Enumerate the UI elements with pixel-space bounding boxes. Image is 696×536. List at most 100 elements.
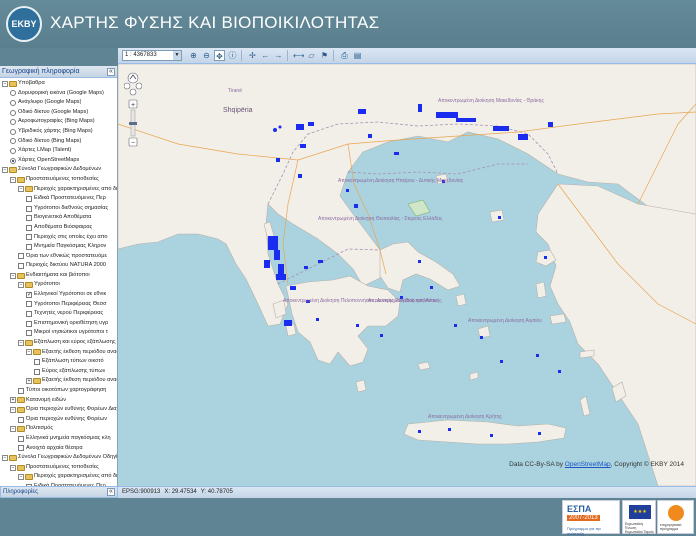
layer-checkbox[interactable]: [18, 263, 24, 270]
layer-tree-item[interactable]: Χάρτες LMap (Talent): [0, 146, 117, 156]
layer-checkbox[interactable]: [18, 387, 24, 394]
layer-tree-item[interactable]: Ειδικά Προστατευόμενες Περ: [0, 194, 117, 204]
collapse-icon[interactable]: −: [10, 426, 16, 433]
collapse-icon[interactable]: −: [10, 406, 16, 413]
layer-tree-item[interactable]: Υβριδικός χάρτης (Bing Maps): [0, 127, 117, 137]
layer-tree-item[interactable]: Χάρτες OpenStreetMaps: [0, 156, 117, 166]
layer-tree-item[interactable]: + Εξαετής έκθεση περιόδου αναφ: [0, 376, 117, 386]
zoom-in-tool-icon[interactable]: ⊕: [188, 50, 199, 61]
collapse-icon[interactable]: −: [2, 167, 8, 174]
basemap-radio[interactable]: [10, 138, 16, 145]
layer-tree-item[interactable]: Αεροφωτογραφίες (Bing Maps): [0, 117, 117, 127]
layer-tree-item[interactable]: ✓ Ελληνικοί Υγρότοποι σε εθνικ: [0, 290, 117, 300]
layer-tree-item[interactable]: Οδικό δίκτυο (Google Maps): [0, 108, 117, 118]
layer-tree-item[interactable]: Περιοχές δικτύου NATURA 2000: [0, 261, 117, 271]
layer-checkbox[interactable]: [26, 330, 32, 337]
scale-select[interactable]: 1 : 4367833 ▼: [122, 50, 182, 61]
export-icon[interactable]: ▤: [352, 50, 363, 61]
layer-tree-item[interactable]: Υγρότοποι διεθνούς σημασίας: [0, 204, 117, 214]
collapse-icon[interactable]: −: [2, 80, 8, 87]
expand-icon[interactable]: +: [10, 397, 16, 404]
layer-checkbox[interactable]: [26, 234, 32, 241]
layer-checkbox[interactable]: [26, 320, 32, 327]
layer-checkbox[interactable]: [18, 445, 24, 452]
layer-tree-item[interactable]: Ανοιχτά αρχαία θέατρα: [0, 444, 117, 454]
basemap-radio[interactable]: [10, 147, 16, 154]
expand-icon[interactable]: +: [26, 378, 32, 385]
layer-checkbox[interactable]: [34, 359, 40, 366]
layer-tree-item[interactable]: − Προστατευόμενες τοποθεσίες: [0, 175, 117, 185]
layer-tree-item[interactable]: − Περιοχές χαρακτηρισμένες από διεθ: [0, 185, 117, 195]
layer-checkbox[interactable]: [26, 224, 32, 231]
basemap-radio[interactable]: [10, 109, 16, 116]
expand-panel-icon[interactable]: «: [107, 488, 115, 496]
layer-checkbox[interactable]: [18, 435, 24, 442]
layer-tree-item[interactable]: Οδικό δίκτυο (Bing Maps): [0, 137, 117, 147]
layer-checkbox[interactable]: [18, 253, 24, 260]
collapse-icon[interactable]: −: [2, 454, 8, 461]
layer-checkbox[interactable]: [26, 311, 32, 318]
measure-length-icon[interactable]: ⟷: [293, 50, 304, 61]
collapse-icon[interactable]: −: [26, 349, 32, 356]
collapse-icon[interactable]: −: [10, 464, 16, 471]
layer-tree-item[interactable]: Μνημεία Παγκόσμιας Κληρον: [0, 242, 117, 252]
collapse-icon[interactable]: −: [18, 474, 24, 481]
collapse-icon[interactable]: −: [18, 339, 24, 346]
layer-tree-item[interactable]: Ελληνικά μνημεία παγκόσμιας κλη: [0, 434, 117, 444]
layer-tree-item[interactable]: Όρια των εθνικώς προστατευόμε: [0, 252, 117, 262]
layer-tree-item[interactable]: Αποθέματα Βιόσφαιρας: [0, 223, 117, 233]
layer-checkbox[interactable]: [26, 301, 32, 308]
layer-checkbox[interactable]: ✓: [26, 291, 32, 298]
layer-tree-item[interactable]: Τύποι οικοτόπων χαρτογράφηση: [0, 386, 117, 396]
layer-tree-item[interactable]: Όρια περιοχών ευθύνης Φορέων: [0, 415, 117, 425]
info-tool-icon[interactable]: ⓘ: [227, 50, 238, 61]
layer-tree-item[interactable]: − Υγρότοποι: [0, 280, 117, 290]
collapse-icon[interactable]: −: [18, 282, 24, 289]
collapse-icon[interactable]: −: [18, 186, 24, 193]
layer-switch-icon[interactable]: ⚑: [319, 50, 330, 61]
basemap-radio[interactable]: [10, 90, 16, 97]
layer-tree-item[interactable]: − Ενδιαιτήματα και βιότοποι: [0, 271, 117, 281]
collapse-panel-icon[interactable]: «: [107, 68, 115, 76]
zoom-out-tool-icon[interactable]: ⊖: [201, 50, 212, 61]
layer-tree-item[interactable]: Περιοχές στις οποίες έχει απο: [0, 233, 117, 243]
info-panel-header[interactable]: Πληροφορίες «: [0, 486, 118, 498]
layer-tree-item[interactable]: Τεχνητές νερού Περιφέρειας: [0, 309, 117, 319]
layer-checkbox[interactable]: [26, 215, 32, 222]
basemap-radio[interactable]: [10, 99, 16, 106]
layer-checkbox[interactable]: [34, 368, 40, 375]
layer-tree-item[interactable]: + Κατανομή ειδών: [0, 396, 117, 406]
layer-tree-item[interactable]: − Περιοχές χαρακτηρισμένες από διεθ: [0, 472, 117, 482]
basemap-radio[interactable]: [10, 119, 16, 126]
layer-tree-item[interactable]: Εύρος εξάπλωσης τύπων: [0, 367, 117, 377]
layer-tree-item[interactable]: − Προστατευόμενες τοποθεσίες: [0, 463, 117, 473]
layer-tree-item[interactable]: Βιογενετικά Αποθέματα: [0, 213, 117, 223]
layer-tree-item[interactable]: − Σύνολα Γεωγραφικών Δεδομένων: [0, 165, 117, 175]
layer-tree-item[interactable]: − Όρια περιοχών ευθύνης Φορέων Διαχ: [0, 405, 117, 415]
layer-tree-item[interactable]: Εξάπλωση τύπων οικοτό: [0, 357, 117, 367]
layer-tree-item[interactable]: Υγρότοποι Περιφέρειας Θεσσ: [0, 300, 117, 310]
layer-tree-item[interactable]: − Σύνολα Γεωγραφικών Δεδομένων Οδηγίας: [0, 453, 117, 463]
pan-tool-icon[interactable]: ✥: [214, 50, 225, 61]
print-icon[interactable]: ⎙: [339, 50, 350, 61]
basemap-radio[interactable]: [10, 128, 16, 135]
layer-checkbox[interactable]: [18, 416, 24, 423]
full-extent-icon[interactable]: ✢: [247, 50, 258, 61]
measure-area-icon[interactable]: ▱: [306, 50, 317, 61]
layer-tree-item[interactable]: Επιστημονική οριοθέτηση υγρ: [0, 319, 117, 329]
layer-tree-item[interactable]: Ανάγλυφο (Google Maps): [0, 98, 117, 108]
layer-checkbox[interactable]: [26, 195, 32, 202]
map-canvas[interactable]: Tiranë Shqipëria Αποκεντρωμένη Διοίκηση …: [118, 64, 696, 486]
layer-checkbox[interactable]: [26, 205, 32, 212]
basemap-radio[interactable]: [10, 157, 16, 164]
previous-extent-icon[interactable]: ←: [260, 50, 271, 61]
layer-tree-item[interactable]: − Εξάπλωση και εύρος εξάπλωσης τ: [0, 338, 117, 348]
map-view[interactable]: Tiranë Shqipëria Αποκεντρωμένη Διοίκηση …: [118, 64, 696, 486]
layer-tree-item[interactable]: Δορυφορική εικόνα (Google Maps): [0, 89, 117, 99]
next-extent-icon[interactable]: →: [273, 50, 284, 61]
collapse-icon[interactable]: −: [10, 176, 16, 183]
layer-tree-item[interactable]: − Υπόβαθρα: [0, 79, 117, 89]
layer-checkbox[interactable]: [26, 243, 32, 250]
layer-tree-item[interactable]: Μικροί νησιώτικοι υγρότοποι τ: [0, 328, 117, 338]
collapse-icon[interactable]: −: [10, 272, 16, 279]
